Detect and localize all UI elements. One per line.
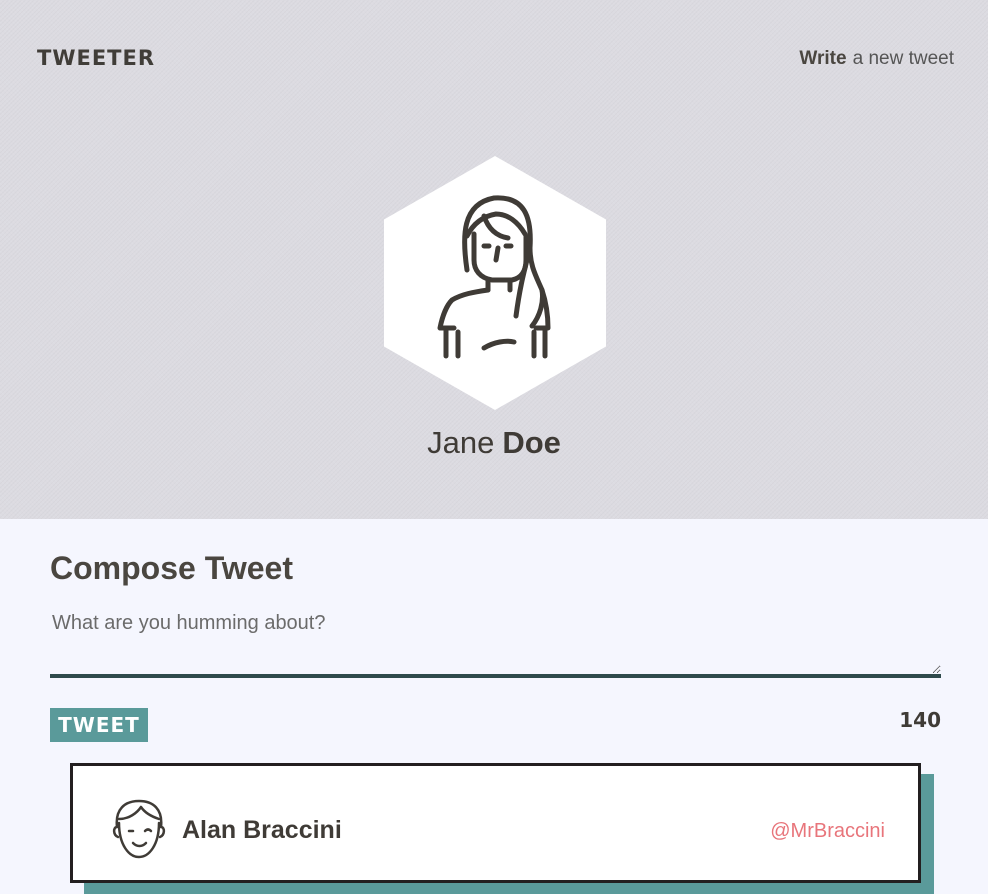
man-avatar-icon — [112, 799, 166, 859]
tweet-author-name: Alan Braccini — [182, 816, 342, 844]
write-link-bold: Write — [799, 48, 847, 69]
compose-title: Compose Tweet — [50, 550, 293, 586]
profile-name: Jane Doe — [0, 425, 988, 461]
profile-first-name: Jane — [427, 425, 495, 460]
write-new-tweet-link[interactable]: Write a new tweet — [799, 48, 954, 70]
profile-header: TWEETER Write a new tweet Jane Doe — [0, 0, 988, 519]
tweet-card: Alan Braccini @MrBraccini — [70, 763, 921, 883]
profile-avatar — [384, 156, 606, 410]
tweet-button[interactable]: TWEET — [50, 708, 148, 742]
write-link-text: a new tweet — [852, 48, 954, 69]
tweet-author-handle[interactable]: @MrBraccini — [770, 820, 885, 843]
app-logo[interactable]: TWEETER — [37, 46, 155, 70]
tweet-input[interactable] — [50, 612, 941, 678]
profile-last-name: Doe — [502, 425, 561, 460]
char-counter: 140 — [899, 708, 941, 732]
